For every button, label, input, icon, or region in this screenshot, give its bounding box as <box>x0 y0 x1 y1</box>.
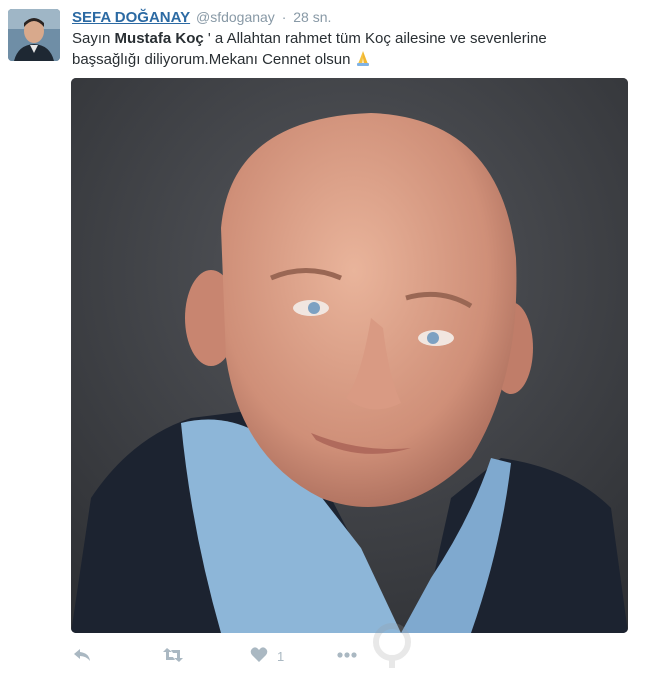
retweet-icon <box>162 646 184 667</box>
like-button[interactable]: 1 <box>250 646 284 667</box>
reply-icon <box>72 646 92 667</box>
tweet-text: Sayın Mustafa Koç ' a Allahtan rahmet tü… <box>72 28 612 73</box>
author-fullname[interactable]: SEFA DOĞANAY <box>72 9 190 26</box>
meta-separator: · <box>281 9 287 25</box>
tweet-text-part1: Sayın <box>72 30 115 47</box>
more-button[interactable] <box>336 646 358 667</box>
reply-button[interactable] <box>72 646 92 667</box>
author-username[interactable]: @sfdoganay <box>196 9 275 25</box>
tweet: SEFA DOĞANAY @sfdoganay · 28 sn. Sayın M… <box>0 0 645 679</box>
tweet-header: SEFA DOĞANAY @sfdoganay · 28 sn. <box>72 8 331 27</box>
tweet-timestamp[interactable]: 28 sn. <box>293 9 331 25</box>
more-icon <box>336 646 358 667</box>
folded-hands-emoji <box>354 49 372 73</box>
tweet-photo[interactable] <box>71 78 628 633</box>
like-count: 1 <box>277 649 285 664</box>
retweet-button[interactable] <box>162 646 184 667</box>
tweet-actions: 1 <box>70 646 630 668</box>
mentioned-name: Mustafa Koç <box>114 30 204 47</box>
heart-icon <box>250 646 268 667</box>
avatar[interactable] <box>8 9 60 61</box>
